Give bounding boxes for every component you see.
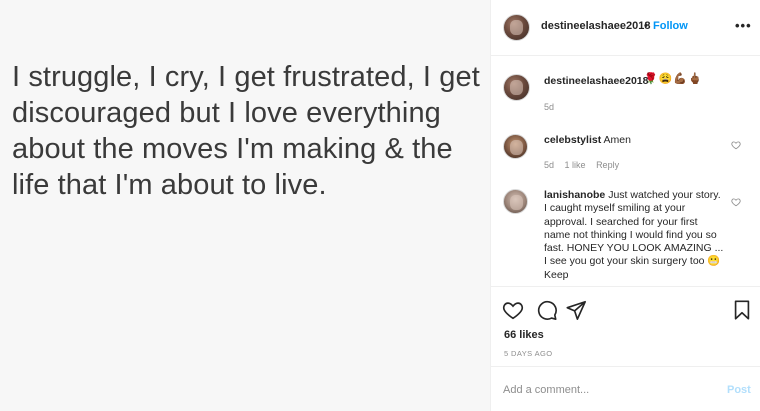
heart-icon[interactable] xyxy=(731,197,741,207)
likes-count[interactable]: 66 likes xyxy=(504,329,544,341)
comment-likes[interactable]: 1 like xyxy=(565,160,586,170)
caption-time[interactable]: 5d xyxy=(544,102,554,112)
share-icon[interactable] xyxy=(565,299,587,321)
caption-avatar[interactable] xyxy=(503,74,530,101)
post-quote-text: I struggle, I cry, I get frustrated, I g… xyxy=(12,61,480,201)
comment-input[interactable] xyxy=(503,381,703,399)
post-date[interactable]: 5 DAYS AGO xyxy=(504,349,552,358)
comment-avatar[interactable] xyxy=(503,189,528,214)
comment-icon[interactable] xyxy=(536,299,558,321)
list-item: lanishanobe Just watched your story. I c… xyxy=(544,189,724,286)
more-icon[interactable]: ••• xyxy=(735,18,752,33)
comment-meta: 5d 1 like Reply xyxy=(544,160,627,170)
comment-text: Just watched your story. I caught myself… xyxy=(544,189,724,281)
add-comment-bar: Post xyxy=(491,366,760,411)
comment-time[interactable]: 5d xyxy=(544,160,554,170)
post-button[interactable]: Post xyxy=(727,384,751,396)
bookmark-icon[interactable] xyxy=(731,299,753,321)
reply-button[interactable]: Reply xyxy=(596,160,619,170)
post-image[interactable]: I struggle, I cry, I get frustrated, I g… xyxy=(0,0,491,411)
post-side-panel: destineelashaee2018 • Follow ••• destine… xyxy=(491,0,760,411)
post-actions: 66 likes 5 DAYS AGO xyxy=(491,286,760,366)
heart-icon[interactable] xyxy=(502,299,524,321)
comment-username[interactable]: celebstylist xyxy=(544,134,601,146)
avatar[interactable] xyxy=(503,14,530,41)
comments-list[interactable]: destineelashaee2018 🌹😩💪🏾🖕🏾 5d celebstyli… xyxy=(491,56,760,286)
caption-emojis: 🌹😩💪🏾🖕🏾 xyxy=(644,73,703,85)
heart-icon[interactable] xyxy=(731,140,741,150)
caption-username[interactable]: destineelashaee2018 xyxy=(544,75,649,87)
post-header: destineelashaee2018 • Follow ••• xyxy=(491,0,760,56)
header-username[interactable]: destineelashaee2018 xyxy=(541,20,650,32)
comment-avatar[interactable] xyxy=(503,134,528,159)
header-separator: • xyxy=(644,20,648,32)
comment-username[interactable]: lanishanobe xyxy=(544,189,605,201)
list-item: celebstylist Amen xyxy=(544,134,724,147)
comment-text: Amen xyxy=(603,134,631,146)
follow-button[interactable]: Follow xyxy=(653,20,688,32)
